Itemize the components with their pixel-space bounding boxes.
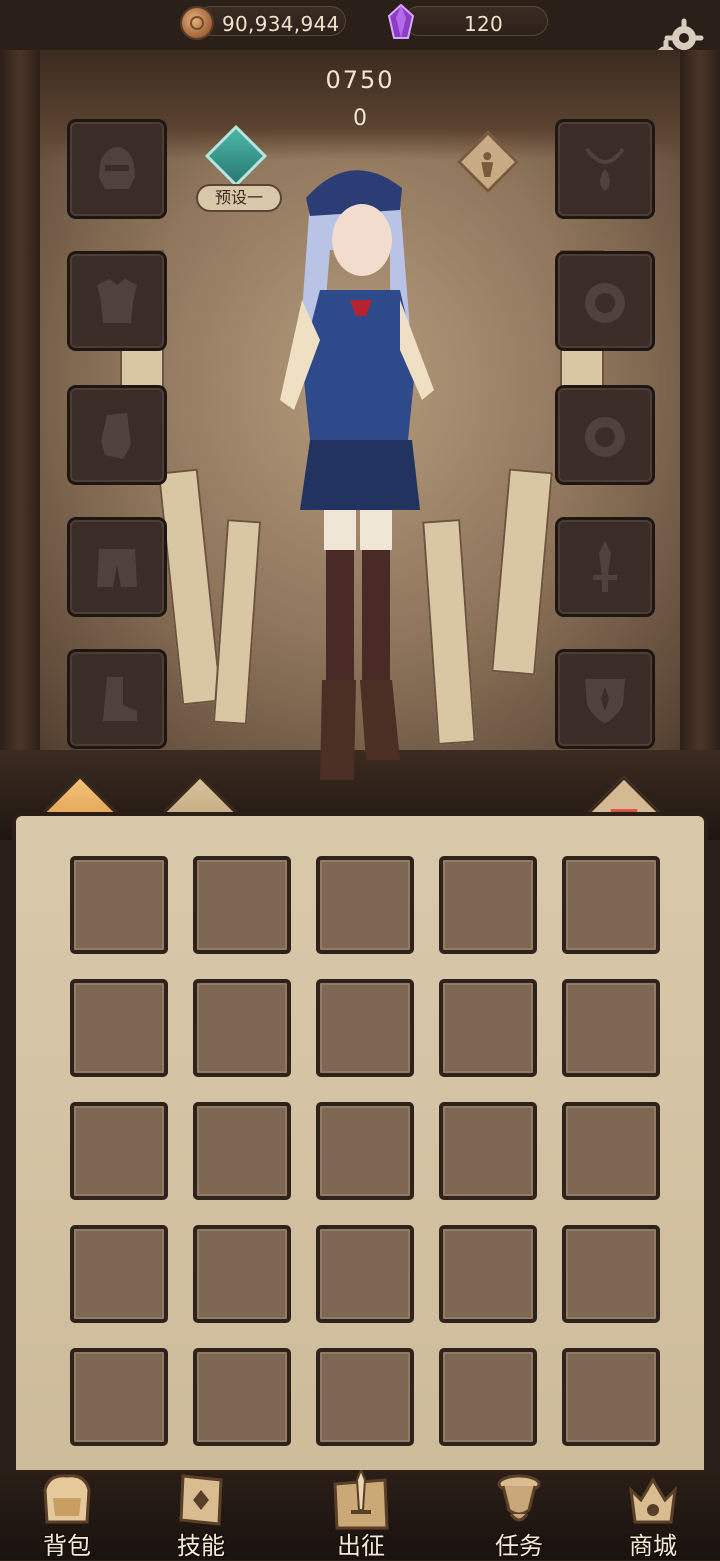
paper-banner: [157, 468, 223, 706]
power-score-sub: 0: [353, 106, 367, 131]
equip-slot-armor[interactable]: [70, 254, 164, 348]
equip-slot-pants[interactable]: [70, 520, 164, 614]
inventory-slot[interactable]: [562, 1102, 660, 1200]
inventory-slot[interactable]: [439, 1225, 537, 1323]
gloves-icon: [101, 413, 131, 459]
sword-map-icon: [333, 1470, 389, 1530]
equip-slot-gloves[interactable]: [70, 388, 164, 482]
inventory-slot[interactable]: [439, 979, 537, 1077]
nav-label-quests: 任务: [495, 1532, 543, 1560]
shield-icon: [585, 679, 625, 723]
inventory-slot[interactable]: [70, 856, 168, 954]
nav-shop[interactable]: 商城: [598, 1470, 708, 1560]
inventory-slot[interactable]: [316, 979, 414, 1077]
inventory-slot[interactable]: [70, 979, 168, 1077]
inventory-grid: [70, 856, 660, 1446]
necklace-icon: [585, 147, 625, 191]
helmet-icon: [99, 147, 135, 189]
inventory-slot[interactable]: [562, 1225, 660, 1323]
inventory-slot[interactable]: [562, 856, 660, 954]
nav-skills[interactable]: 技能: [146, 1470, 256, 1560]
inventory-slot[interactable]: [439, 1102, 537, 1200]
nav-backpack[interactable]: 背包: [12, 1470, 122, 1560]
inventory-slot[interactable]: [193, 856, 291, 954]
equip-slot-boots[interactable]: [70, 652, 164, 746]
inventory-slot[interactable]: [193, 979, 291, 1077]
inventory-slot[interactable]: [193, 1225, 291, 1323]
gem-amount: 120: [464, 12, 504, 36]
inventory-slot[interactable]: [316, 856, 414, 954]
inventory-slot[interactable]: [439, 856, 537, 954]
equip-slot-necklace[interactable]: [558, 122, 652, 216]
armor-icon: [97, 279, 137, 323]
sword-icon: [593, 541, 617, 592]
person-icon: [481, 152, 494, 178]
inventory-slot[interactable]: [70, 1225, 168, 1323]
inventory-slot[interactable]: [562, 979, 660, 1077]
nav-expedition[interactable]: 出征: [306, 1470, 416, 1560]
character-figure: [280, 170, 434, 780]
inventory-slot[interactable]: [562, 1348, 660, 1446]
inventory-slot[interactable]: [70, 1348, 168, 1446]
inventory-slot[interactable]: [316, 1102, 414, 1200]
backpack-icon: [43, 1474, 91, 1524]
nav-label-shop: 商城: [629, 1532, 677, 1560]
equip-slot-ring-2[interactable]: [558, 388, 652, 482]
ring-icon: [585, 283, 625, 323]
inventory-panel: [12, 812, 708, 1482]
inventory-slot[interactable]: [316, 1225, 414, 1323]
nav-label-expedition: 出征: [337, 1532, 385, 1560]
inventory-slot[interactable]: [193, 1348, 291, 1446]
quest-scroll-icon: [497, 1474, 541, 1522]
equip-slot-helmet[interactable]: [70, 122, 164, 216]
skill-book-icon: [179, 1474, 223, 1526]
shop-crown-icon: [628, 1477, 678, 1524]
coin-icon: [182, 8, 212, 38]
paper-banner: [491, 468, 553, 676]
wood-frame-right: [680, 50, 720, 790]
ring-icon: [585, 417, 625, 457]
inventory-slot[interactable]: [439, 1348, 537, 1446]
nav-label-skills: 技能: [177, 1532, 225, 1560]
boots-icon: [103, 677, 137, 721]
inventory-slot[interactable]: [316, 1348, 414, 1446]
top-currency-bar: 90,934,944 120: [0, 0, 720, 50]
inventory-slot[interactable]: [70, 1102, 168, 1200]
nav-quests[interactable]: 任务: [464, 1470, 574, 1560]
equip-slot-ring-1[interactable]: [558, 254, 652, 348]
wood-frame-left: [0, 50, 40, 790]
bottom-nav: 背包 技能 出征 任务 商城: [0, 1470, 720, 1560]
gem-icon: [387, 4, 415, 39]
inventory-slot[interactable]: [193, 1102, 291, 1200]
nav-label-backpack: 背包: [43, 1532, 91, 1560]
coin-amount: 90,934,944: [222, 12, 340, 36]
equip-slot-weapon[interactable]: [558, 520, 652, 614]
power-score: 0750: [325, 66, 395, 94]
pants-icon: [97, 549, 137, 587]
equip-slot-shield[interactable]: [558, 652, 652, 746]
